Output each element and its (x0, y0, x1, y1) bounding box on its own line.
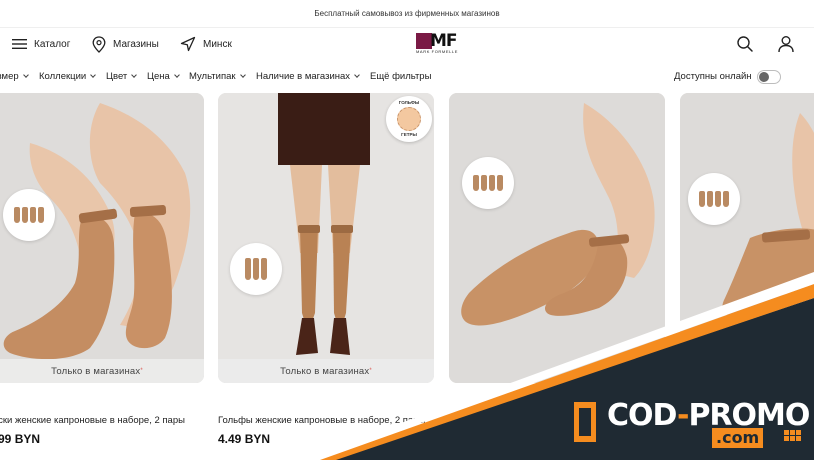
product-image (449, 93, 665, 383)
filter-label: Цвет (106, 71, 128, 82)
sock-thumb-icon (723, 191, 729, 207)
pack-thumbnail (230, 243, 282, 295)
product-title[interactable]: Гольфы женские капроновые в наборе, 2 па… (218, 415, 425, 426)
filter-label: Коллекции (39, 71, 87, 82)
chevron-down-icon (131, 72, 138, 78)
stock-asterisk: * (140, 368, 143, 374)
sock-thumb-icon (261, 258, 267, 280)
promo-brand-name: COD-PROMO (607, 398, 810, 433)
stock-text: Только в магазинах (280, 365, 370, 377)
filter-label: Наличие в магазинах (256, 71, 351, 82)
sock-thumb-icon (38, 207, 44, 223)
badge-emblem-icon (397, 107, 421, 131)
more-filters-label: Ещё фильтры (370, 71, 432, 82)
search-button[interactable] (736, 35, 754, 53)
search-icon (737, 36, 753, 52)
chevron-down-icon (90, 72, 97, 78)
filter-label: Мультипак (189, 71, 236, 82)
sock-thumb-icon (253, 258, 259, 280)
free-pickup-banner: Бесплатный самовывоз из фирменных магази… (0, 0, 814, 28)
promo-brand-part1: COD (607, 398, 678, 433)
filter-bar: Размер Коллекции Цвет Цена Мультипак Нал… (0, 64, 814, 90)
filter-price[interactable]: Цена (147, 71, 180, 82)
city-selector[interactable]: Минск (180, 34, 232, 54)
stores-label: Магазины (113, 38, 159, 50)
sock-thumb-icon (707, 191, 713, 207)
stock-asterisk: * (369, 368, 372, 374)
sock-thumb-icon (30, 207, 36, 223)
promo-brand-dash: - (676, 398, 689, 433)
brand-logo[interactable]: MF MARK FORMELLE (416, 31, 472, 55)
catalog-label: Каталог (34, 38, 71, 50)
stock-text: Только в магазинах (51, 365, 141, 377)
sock-thumb-icon (699, 191, 705, 207)
menu-icon (12, 39, 27, 49)
sock-thumb-icon (22, 207, 28, 223)
receipt-coupon-icon (574, 402, 596, 442)
product-card[interactable]: Только в магазинах * (0, 93, 204, 383)
pack-thumbnail (688, 173, 740, 225)
logo-text: MF (430, 31, 458, 51)
filter-label: Цена (147, 71, 170, 82)
filter-store-availability[interactable]: Наличие в магазинах (256, 71, 360, 82)
in-store-only-label: Только в магазинах * (218, 359, 434, 383)
filter-collections[interactable]: Коллекции (39, 71, 97, 82)
sock-thumb-icon (715, 191, 721, 207)
chevron-down-icon (239, 72, 246, 78)
product-price: 4.49 BYN (218, 432, 271, 446)
city-label: Минск (203, 38, 232, 50)
stores-button[interactable]: Магазины (92, 34, 159, 54)
product-image (680, 93, 814, 383)
filter-color[interactable]: Цвет (106, 71, 138, 82)
pack-thumbnail (462, 157, 514, 209)
chevron-down-icon (22, 72, 29, 78)
location-pin-icon (92, 35, 106, 53)
badge-top-text: ГОЛЬФЫ (398, 100, 420, 105)
sock-thumb-icon (497, 175, 503, 191)
online-toggle[interactable] (757, 70, 781, 84)
sock-thumb-icon (245, 258, 251, 280)
sock-thumb-icon (481, 175, 487, 191)
site-header: Каталог Магазины Минск MF MARK FORMELLE (0, 28, 814, 60)
filter-size[interactable]: Размер (0, 71, 29, 82)
knee-high-badge: ГОЛЬФЫ ГЕТРЫ (386, 96, 432, 142)
user-icon (778, 36, 794, 53)
filter-label: Размер (0, 71, 19, 82)
more-filters-button[interactable]: Ещё фильтры (370, 71, 431, 82)
product-card[interactable] (680, 93, 814, 383)
promo-brand-tld: .com (712, 428, 764, 448)
product-card[interactable] (449, 93, 665, 383)
pack-thumbnail (3, 189, 55, 241)
chevron-down-icon (174, 72, 180, 78)
sock-thumb-icon (14, 207, 20, 223)
logo-subtitle: MARK FORMELLE (416, 49, 459, 54)
free-pickup-text: Бесплатный самовывоз из фирменных магази… (314, 9, 500, 18)
in-store-only-label: Только в магазинах * (0, 359, 204, 383)
navigation-arrow-icon (180, 36, 196, 52)
product-price: 3.99 BYN (0, 432, 41, 446)
catalog-button[interactable]: Каталог (12, 34, 70, 54)
filter-multipack[interactable]: Мультипак (189, 71, 246, 82)
sock-thumb-icon (473, 175, 479, 191)
online-toggle-label: Доступны онлайн (674, 71, 752, 82)
account-button[interactable] (777, 35, 795, 53)
chevron-down-icon (354, 72, 360, 78)
product-title[interactable]: Носки женские капроновые в наборе, 2 пар… (0, 415, 185, 426)
badge-bottom-text: ГЕТРЫ (401, 132, 417, 137)
toggle-knob (759, 72, 769, 82)
sock-thumb-icon (489, 175, 495, 191)
